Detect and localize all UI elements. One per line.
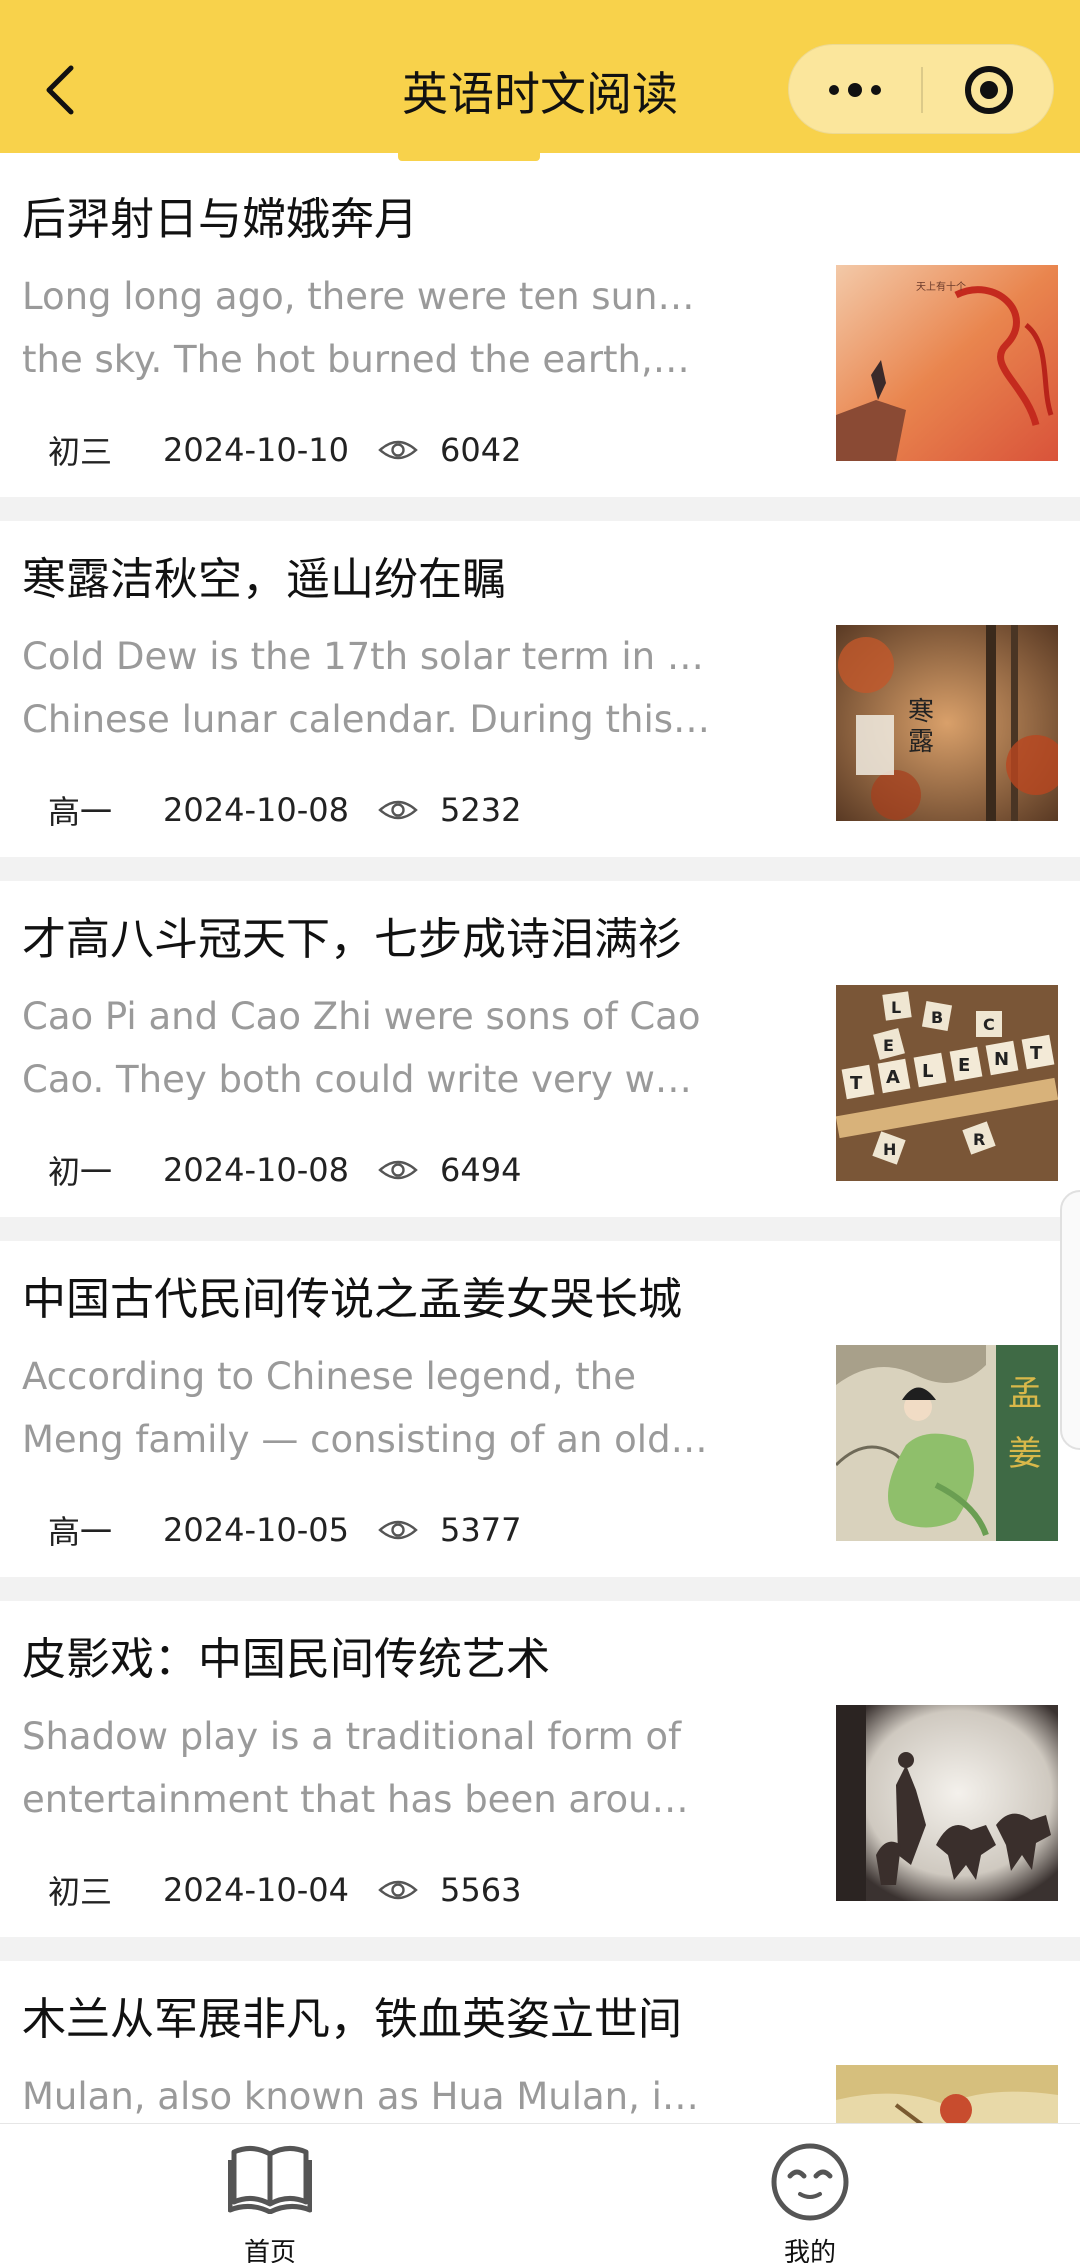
excerpt-line: Cao. They both could write very wel…	[22, 1058, 712, 1101]
article-thumbnail[interactable]: 天上有十个	[836, 265, 1058, 461]
view-count: 6042	[440, 431, 522, 469]
svg-text:孟: 孟	[1008, 1374, 1042, 1414]
article-card[interactable]: 中国古代民间传说之孟姜女哭长城 According to Chinese leg…	[0, 1241, 1080, 1577]
grade-tag: 高一	[48, 1513, 113, 1551]
view-count: 5563	[440, 1871, 522, 1909]
publish-date: 2024-10-10	[163, 431, 349, 469]
close-button[interactable]	[923, 45, 1055, 135]
svg-text:寒: 寒	[908, 697, 934, 727]
excerpt-line: the sky. The hot burned the earth,…	[22, 338, 690, 381]
dot-icon	[829, 85, 839, 95]
excerpt-line: Long long ago, there were ten suns in	[22, 275, 712, 318]
article-meta: 初三 2024-10-10 6042	[48, 425, 521, 475]
grade-tag: 高一	[48, 793, 113, 831]
eye-icon	[378, 435, 424, 465]
svg-text:H: H	[883, 1140, 896, 1159]
svg-text:E: E	[883, 1036, 894, 1055]
article-title: 才高八斗冠天下，七步成诗泪满衫	[22, 914, 682, 965]
svg-text:N: N	[994, 1049, 1009, 1070]
article-excerpt: According to Chinese legend, the Meng fa…	[22, 1345, 712, 1471]
article-title: 皮影戏：中国民间传统艺术	[22, 1634, 550, 1685]
tab-label: 我的	[783, 2238, 836, 2263]
tab-mine[interactable]: 我的	[710, 2124, 910, 2263]
svg-text:L: L	[891, 998, 901, 1017]
book-open-icon	[228, 2146, 312, 2214]
eye-icon	[378, 1875, 424, 1905]
article-title: 中国古代民间传说之孟姜女哭长城	[22, 1274, 682, 1325]
active-tab-indicator	[398, 153, 540, 161]
grade-tag: 初一	[48, 1153, 113, 1191]
svg-text:姜: 姜	[1008, 1434, 1042, 1474]
view-count: 5232	[440, 791, 522, 829]
article-excerpt: Cao Pi and Cao Zhi were sons of Cao Cao.…	[22, 985, 712, 1111]
svg-text:天上有十个: 天上有十个	[916, 280, 966, 293]
article-excerpt: Mulan, also known as Hua Mulan, is a	[22, 2065, 712, 2123]
article-title: 后羿射日与嫦娥奔月	[22, 194, 418, 245]
excerpt-line: Cold Dew is the 17th solar term in the	[22, 635, 712, 678]
article-meta: 初一 2024-10-08 6494	[48, 1145, 521, 1195]
article-excerpt: Long long ago, there were ten suns in th…	[22, 265, 712, 391]
grade-tag: 初三	[48, 1873, 113, 1911]
tab-home[interactable]: 首页	[170, 2124, 370, 2263]
view-count: 6494	[440, 1151, 522, 1189]
article-title: 木兰从军展非凡，铁血英姿立世间	[22, 1994, 682, 2045]
svg-text:B: B	[931, 1008, 943, 1027]
article-card[interactable]: 后羿射日与嫦娥奔月 Long long ago, there were ten …	[0, 161, 1080, 497]
svg-text:T: T	[850, 1073, 863, 1094]
grade-tag: 初三	[48, 433, 113, 471]
excerpt-line: Shadow play is a traditional form of	[22, 1715, 682, 1758]
article-card[interactable]: 木兰从军展非凡，铁血英姿立世间 Mulan, also known as Hua…	[0, 1961, 1080, 2123]
mini-program-capsule	[788, 44, 1054, 134]
excerpt-line: Cao Pi and Cao Zhi were sons of Cao	[22, 995, 701, 1038]
eye-icon	[378, 1155, 424, 1185]
article-thumbnail[interactable]: L B C E T A L E N T H R	[836, 985, 1058, 1181]
eye-icon	[378, 795, 424, 825]
article-card[interactable]: 才高八斗冠天下，七步成诗泪满衫 Cao Pi and Cao Zhi were …	[0, 881, 1080, 1217]
tab-label: 首页	[243, 2238, 296, 2263]
article-excerpt: Shadow play is a traditional form of ent…	[22, 1705, 712, 1831]
excerpt-line: Mulan, also known as Hua Mulan, is a	[22, 2075, 712, 2118]
article-meta: 高一 2024-10-05 5377	[48, 1505, 521, 1555]
nav-header: 英语时文阅读	[0, 0, 1080, 153]
publish-date: 2024-10-04	[163, 1871, 349, 1909]
smiley-face-icon	[771, 2143, 849, 2221]
article-thumbnail[interactable]: 孟 姜	[836, 1345, 1058, 1541]
article-excerpt: Cold Dew is the 17th solar term in the C…	[22, 625, 712, 751]
dot-icon	[848, 83, 862, 97]
excerpt-line: According to Chinese legend, the	[22, 1355, 636, 1398]
svg-text:露: 露	[908, 727, 934, 757]
excerpt-line: Chinese lunar calendar. During this…	[22, 698, 711, 741]
publish-date: 2024-10-05	[163, 1511, 349, 1549]
dot-icon	[871, 85, 881, 95]
floating-side-handle[interactable]	[1060, 1190, 1080, 1450]
article-thumbnail[interactable]	[836, 1705, 1058, 1901]
svg-text:T: T	[1030, 1043, 1043, 1064]
svg-text:R: R	[973, 1130, 985, 1149]
svg-text:E: E	[958, 1055, 970, 1076]
article-thumbnail[interactable]	[836, 2065, 1058, 2123]
excerpt-line: entertainment that has been aroun…	[22, 1778, 712, 1821]
article-thumbnail[interactable]: 寒 露	[836, 625, 1058, 821]
svg-text:A: A	[886, 1067, 900, 1088]
article-meta: 初三 2024-10-04 5563	[48, 1865, 521, 1915]
article-card[interactable]: 皮影戏：中国民间传统艺术 Shadow play is a traditiona…	[0, 1601, 1080, 1937]
eye-icon	[378, 1515, 424, 1545]
view-count: 5377	[440, 1511, 522, 1549]
article-title: 寒露洁秋空，遥山纷在瞩	[22, 554, 506, 605]
bottom-tab-bar: 首页 我的	[0, 2123, 1080, 2263]
article-meta: 高一 2024-10-08 5232	[48, 785, 521, 835]
svg-text:C: C	[983, 1015, 995, 1034]
svg-text:L: L	[922, 1061, 933, 1082]
publish-date: 2024-10-08	[163, 1151, 349, 1189]
more-button[interactable]	[789, 45, 921, 135]
excerpt-line: Meng family — consisting of an old…	[22, 1418, 708, 1461]
article-list[interactable]: 后羿射日与嫦娥奔月 Long long ago, there were ten …	[0, 161, 1080, 2123]
target-circle-icon	[965, 66, 1013, 114]
article-card[interactable]: 寒露洁秋空，遥山纷在瞩 Cold Dew is the 17th solar t…	[0, 521, 1080, 857]
publish-date: 2024-10-08	[163, 791, 349, 829]
